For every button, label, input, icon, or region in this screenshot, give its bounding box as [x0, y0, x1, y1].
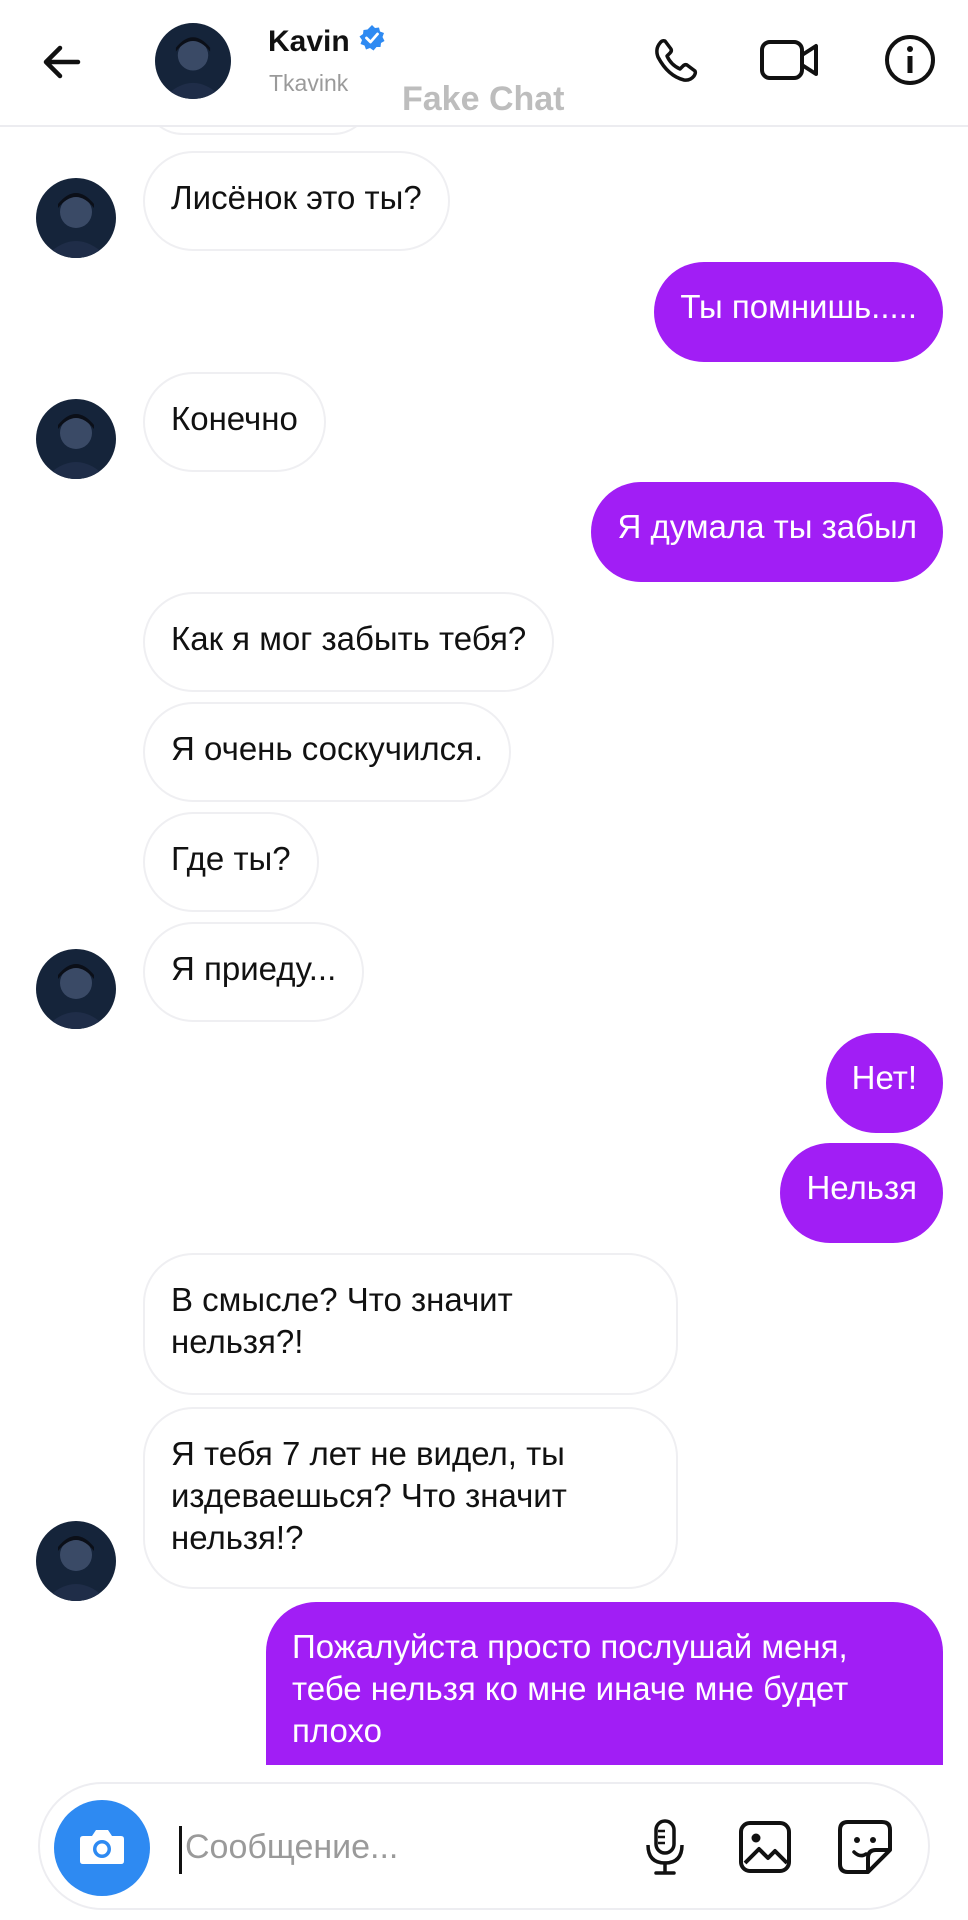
message-bubble-incoming: Конечно: [143, 372, 326, 472]
message-bubble-incoming: Лисёнок это ты?: [143, 151, 450, 251]
message-bubble-incoming: Где ты?: [143, 812, 319, 912]
text-caret: [179, 1826, 182, 1874]
phone-icon[interactable]: [644, 28, 708, 92]
verified-badge-icon: [358, 24, 386, 60]
camera-button[interactable]: [54, 1800, 150, 1896]
back-arrow-icon[interactable]: [30, 30, 94, 94]
contact-name-row: Kavin: [268, 24, 386, 60]
message-list[interactable]: Лисёнок это ты? Ты помнишь..... Конечно …: [0, 125, 968, 1765]
video-camera-icon[interactable]: [758, 28, 822, 92]
watermark: Fake Chat: [402, 80, 565, 118]
camera-icon: [77, 1824, 127, 1873]
gallery-icon[interactable]: [732, 1814, 798, 1880]
message-bubble-incoming: Я тебя 7 лет не видел, ты издеваешься? Ч…: [143, 1407, 678, 1589]
sticker-icon[interactable]: [832, 1814, 898, 1880]
info-icon[interactable]: [878, 28, 942, 92]
sender-avatar[interactable]: [36, 1521, 116, 1601]
sender-avatar[interactable]: [36, 399, 116, 479]
message-bubble-outgoing: Ты помнишь.....: [654, 262, 943, 362]
contact-avatar[interactable]: [155, 23, 231, 99]
sender-avatar[interactable]: [36, 949, 116, 1029]
contact-name: Kavin: [268, 25, 350, 58]
contact-username: Tkavink: [269, 70, 349, 96]
message-input[interactable]: Сообщение...: [185, 1828, 398, 1867]
message-bubble-incoming: Я приеду...: [143, 922, 365, 1022]
message-bubble-outgoing: Я думала ты забыл: [591, 482, 943, 582]
message-bubble-incoming: Как я мог забыть тебя?: [143, 592, 555, 692]
sender-avatar[interactable]: [36, 178, 116, 258]
message-bubble-outgoing: Пожалуйста просто послушай меня, тебе не…: [266, 1602, 943, 1765]
message-bubble-outgoing: Нельзя: [780, 1143, 943, 1243]
message-bubble-incoming: В смысле? Что значит нельзя?!: [143, 1253, 678, 1395]
microphone-icon[interactable]: [632, 1814, 698, 1880]
message-composer: Сообщение...: [38, 1782, 930, 1910]
chat-header: Kavin Tkavink Fake Chat: [0, 0, 968, 127]
message-bubble-incoming: Я очень соскучился.: [143, 702, 512, 802]
message-bubble-outgoing: Нет!: [825, 1033, 943, 1133]
